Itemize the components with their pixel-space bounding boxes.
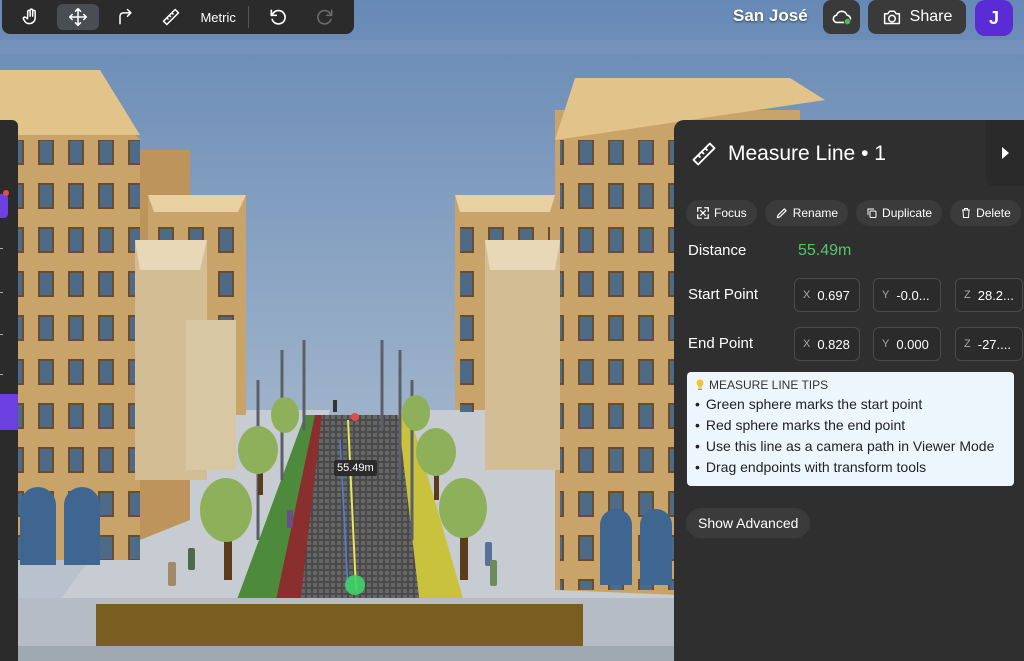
properties-panel: Measure Line • 1 Focus Rename Duplicate <box>674 120 1024 661</box>
axis-y-label: Y <box>882 289 890 301</box>
start-z-field[interactable]: Z 28.2... <box>955 278 1023 312</box>
start-x-value: 0.697 <box>817 287 850 303</box>
tips-header: MEASURE LINE TIPS <box>695 378 1006 392</box>
distance-label: Distance <box>688 242 747 259</box>
axis-x-label: X <box>803 289 811 301</box>
axis-y-label: Y <box>882 338 890 350</box>
end-x-value: 0.828 <box>817 336 850 352</box>
rail-tick <box>0 334 3 335</box>
move-tool-button[interactable] <box>56 4 100 30</box>
panel-title: Measure Line • 1 <box>728 142 886 165</box>
tip-item: Drag endpoints with transform tools <box>695 457 1006 478</box>
ruler-icon <box>162 8 180 26</box>
rename-label: Rename <box>792 206 839 220</box>
action-bar: Focus Rename Duplicate Delete <box>686 200 1021 226</box>
axis-z-label: Z <box>964 338 971 350</box>
distance-value: 55.49m <box>798 242 852 259</box>
rail-active-chip[interactable] <box>0 194 8 218</box>
start-y-field[interactable]: Y -0.0... <box>873 278 941 312</box>
end-y-value: 0.000 <box>896 336 929 352</box>
location-title: San José <box>733 6 808 25</box>
collapse-panel-button[interactable] <box>986 120 1024 186</box>
focus-button[interactable]: Focus <box>686 200 757 226</box>
show-advanced-button[interactable]: Show Advanced <box>686 508 811 538</box>
tip-item: Green sphere marks the start point <box>695 394 1006 415</box>
panel-header: Measure Line • 1 <box>690 140 886 168</box>
top-toolbar: Metric <box>2 0 354 34</box>
rename-button[interactable]: Rename <box>764 200 849 226</box>
cloud-sync-button[interactable] <box>823 0 860 34</box>
start-point-label: Start Point <box>688 286 759 303</box>
axis-z-label: Z <box>964 289 971 301</box>
end-z-value: -27.... <box>977 336 1011 352</box>
toolbar-divider <box>247 6 249 28</box>
start-z-value: 28.2... <box>977 287 1014 303</box>
rail-selected-item[interactable] <box>0 394 18 430</box>
tip-item: Red sphere marks the end point <box>695 415 1006 436</box>
redo-button[interactable] <box>303 4 346 30</box>
undo-button[interactable] <box>257 4 300 30</box>
duplicate-label: Duplicate <box>882 206 933 220</box>
measure-distance-label: 55.49m <box>334 460 377 476</box>
notification-dot <box>3 190 9 196</box>
end-y-field[interactable]: Y 0.000 <box>873 327 941 361</box>
tips-box: MEASURE LINE TIPS Green sphere marks the… <box>687 372 1014 486</box>
left-sidebar-rail <box>0 120 18 661</box>
user-avatar[interactable]: J <box>975 0 1013 36</box>
hand-icon <box>22 8 37 25</box>
rail-tick <box>0 374 3 375</box>
tips-title: MEASURE LINE TIPS <box>709 378 829 392</box>
share-button[interactable]: Share <box>868 0 966 34</box>
copy-icon <box>867 208 877 218</box>
rotate-arrow-icon <box>118 8 132 25</box>
units-toggle[interactable]: Metric <box>196 10 239 25</box>
undo-icon <box>270 9 287 25</box>
rail-tick <box>0 292 3 293</box>
ruler-icon <box>692 142 716 166</box>
pencil-icon <box>776 208 787 219</box>
end-point-label: End Point <box>688 335 754 352</box>
tip-item: Use this line as a camera path in Viewer… <box>695 436 1006 457</box>
measure-tool-button[interactable] <box>150 4 193 30</box>
start-y-value: -0.0... <box>896 287 930 303</box>
end-z-field[interactable]: Z -27.... <box>955 327 1023 361</box>
rotate-tool-button[interactable] <box>103 4 146 30</box>
delete-label: Delete <box>976 206 1011 220</box>
tips-list: Green sphere marks the start point Red s… <box>695 394 1006 478</box>
duplicate-button[interactable]: Duplicate <box>856 200 943 226</box>
chevron-right-icon <box>1002 147 1009 159</box>
camera-icon <box>883 10 900 25</box>
redo-icon <box>316 9 333 25</box>
cloud-sync-icon <box>832 10 851 26</box>
focus-icon <box>697 207 709 219</box>
focus-label: Focus <box>714 206 747 220</box>
hand-tool-button[interactable] <box>10 4 53 30</box>
delete-button[interactable]: Delete <box>950 200 1021 226</box>
lightbulb-icon <box>696 379 704 390</box>
move-arrows-icon <box>68 7 87 27</box>
end-x-field[interactable]: X 0.828 <box>794 327 860 361</box>
start-x-field[interactable]: X 0.697 <box>794 278 860 312</box>
rail-tick <box>0 248 3 249</box>
axis-x-label: X <box>803 338 811 350</box>
trash-icon <box>962 208 971 218</box>
share-label: Share <box>909 8 953 25</box>
